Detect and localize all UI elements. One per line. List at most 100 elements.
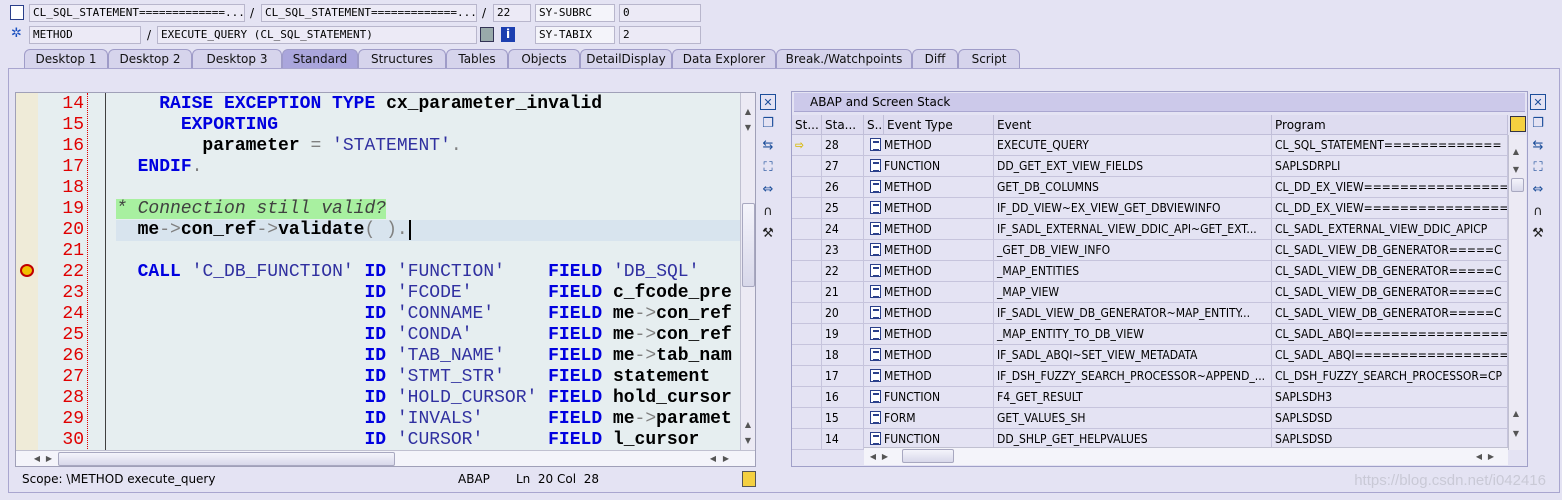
- scroll-thumb[interactable]: [902, 449, 954, 463]
- info-icon[interactable]: i: [501, 27, 515, 42]
- event-field[interactable]: EXECUTE_QUERY (CL_SQL_STATEMENT): [157, 26, 477, 44]
- code-line[interactable]: ENDIF.: [116, 157, 740, 178]
- sysvar2-name[interactable]: SY-TABIX: [535, 26, 615, 44]
- code-line[interactable]: EXPORTING: [116, 115, 740, 136]
- code-line[interactable]: [116, 241, 740, 262]
- code-line[interactable]: ID 'FCODE' FIELD c_fcode_pre: [116, 283, 740, 304]
- code-line[interactable]: me->con_ref->validate( ).: [116, 220, 740, 241]
- code-line[interactable]: * Connection still valid?: [116, 199, 740, 220]
- breakpoint-icon[interactable]: [20, 264, 34, 277]
- scroll-left-button[interactable]: ◀: [706, 454, 720, 463]
- code-line[interactable]: [116, 178, 740, 199]
- tab-desktop-3[interactable]: Desktop 3: [192, 49, 282, 68]
- tools-icon[interactable]: ⚒: [760, 226, 776, 242]
- column-header[interactable]: S..: [864, 115, 884, 135]
- source-code-icon[interactable]: [870, 411, 881, 424]
- swap-icon[interactable]: ⇆: [1530, 138, 1546, 154]
- tab-structures[interactable]: Structures: [358, 49, 446, 68]
- source-code-icon[interactable]: [870, 222, 881, 235]
- column-header[interactable]: Event Type: [884, 115, 994, 135]
- scroll-down-button[interactable]: ▼: [741, 123, 755, 132]
- code-line[interactable]: ID 'CONNAME' FIELD me->con_ref: [116, 304, 740, 325]
- include-field[interactable]: CL_SQL_STATEMENT=============...: [261, 4, 477, 22]
- scroll-up-button[interactable]: ▲: [1509, 147, 1523, 156]
- column-header[interactable]: Event: [994, 115, 1272, 135]
- tab-diff[interactable]: Diff: [912, 49, 958, 68]
- headset-icon[interactable]: ∩: [760, 204, 776, 220]
- scroll-up-button[interactable]: ▲: [1509, 409, 1523, 418]
- program-field[interactable]: CL_SQL_STATEMENT=============...: [29, 4, 245, 22]
- event-type-field[interactable]: METHOD: [29, 26, 141, 44]
- line-field[interactable]: 22: [493, 4, 531, 22]
- maximize-icon[interactable]: ⛶: [1530, 160, 1546, 176]
- source-code-icon[interactable]: [870, 264, 881, 277]
- tab-detaildisplay[interactable]: DetailDisplay: [580, 49, 672, 68]
- scroll-down-button[interactable]: ▼: [741, 436, 755, 445]
- scroll-thumb[interactable]: [58, 452, 395, 466]
- code-line[interactable]: ID 'INVALS' FIELD me->paramet: [116, 409, 740, 430]
- tab-desktop-2[interactable]: Desktop 2: [108, 49, 192, 68]
- source-code-icon[interactable]: [870, 327, 881, 340]
- code-line[interactable]: RAISE EXCEPTION TYPE cx_parameter_invali…: [116, 94, 740, 115]
- close-icon[interactable]: ✕: [760, 94, 776, 110]
- source-code-icon[interactable]: [870, 159, 881, 172]
- column-layout-icon[interactable]: [1510, 116, 1526, 132]
- code-line[interactable]: ID 'CONDA' FIELD me->con_ref: [116, 325, 740, 346]
- sysvar1-value[interactable]: 0: [619, 4, 701, 22]
- scroll-right-button[interactable]: ▶: [1484, 452, 1498, 461]
- stack-vertical-scrollbar[interactable]: ▲ ▼ ▲ ▼: [1508, 135, 1526, 450]
- scroll-thumb[interactable]: [1511, 178, 1524, 192]
- source-editor[interactable]: 14 RAISE EXCEPTION TYPE cx_parameter_inv…: [15, 92, 756, 467]
- scroll-down-button[interactable]: ▼: [1509, 429, 1523, 438]
- notes-icon[interactable]: [742, 471, 756, 487]
- navigate-source-icon[interactable]: [480, 27, 494, 42]
- source-code-icon[interactable]: [870, 180, 881, 193]
- scroll-right-button[interactable]: ▶: [878, 452, 892, 461]
- editor-vertical-scrollbar[interactable]: ▲ ▼ ▲ ▼: [740, 93, 755, 451]
- source-code-icon[interactable]: [870, 348, 881, 361]
- scroll-up-button[interactable]: ▲: [741, 107, 755, 116]
- new-window-icon[interactable]: ❐: [760, 116, 776, 132]
- editor-horizontal-scrollbar[interactable]: ◀ ▶ ◀ ▶: [16, 450, 755, 466]
- sysvar2-value[interactable]: 2: [619, 26, 701, 44]
- source-code-icon[interactable]: [870, 306, 881, 319]
- tab-desktop-1[interactable]: Desktop 1: [24, 49, 108, 68]
- scroll-right-button[interactable]: ▶: [42, 454, 56, 463]
- source-code-icon[interactable]: [870, 201, 881, 214]
- column-header[interactable]: Sta...: [822, 115, 864, 135]
- resize-icon[interactable]: ⇔: [760, 182, 776, 198]
- code-line[interactable]: CALL 'C_DB_FUNCTION' ID 'FUNCTION' FIELD…: [116, 262, 740, 283]
- column-header[interactable]: Program: [1272, 115, 1508, 135]
- source-code-icon[interactable]: [870, 243, 881, 256]
- tab-data-explorer[interactable]: Data Explorer: [672, 49, 776, 68]
- swap-icon[interactable]: ⇆: [760, 138, 776, 154]
- scroll-right-button[interactable]: ▶: [719, 454, 733, 463]
- headset-icon[interactable]: ∩: [1530, 204, 1546, 220]
- close-icon[interactable]: ✕: [1530, 94, 1546, 110]
- tab-objects[interactable]: Objects: [508, 49, 580, 68]
- scroll-thumb[interactable]: [742, 203, 755, 287]
- source-code-icon[interactable]: [870, 138, 881, 151]
- resize-icon[interactable]: ⇔: [1530, 182, 1546, 198]
- tab-script[interactable]: Script: [958, 49, 1020, 68]
- code-line[interactable]: parameter = 'STATEMENT'.: [116, 136, 740, 157]
- code-line[interactable]: ID 'HOLD_CURSOR' FIELD hold_cursor: [116, 388, 740, 409]
- source-code-icon[interactable]: [870, 432, 881, 445]
- tab-standard[interactable]: Standard: [282, 49, 358, 68]
- maximize-icon[interactable]: ⛶: [760, 160, 776, 176]
- tab-break-watchpoints[interactable]: Break./Watchpoints: [776, 49, 912, 68]
- sysvar1-name[interactable]: SY-SUBRC: [535, 4, 615, 22]
- scroll-up-button[interactable]: ▲: [741, 420, 755, 429]
- code-line[interactable]: ID 'CURSOR' FIELD l_cursor: [116, 430, 740, 451]
- column-header[interactable]: St...: [792, 115, 822, 135]
- source-code-icon[interactable]: [870, 390, 881, 403]
- new-window-icon[interactable]: ❐: [1530, 116, 1546, 132]
- tools-icon[interactable]: ⚒: [1530, 226, 1546, 242]
- scroll-down-button[interactable]: ▼: [1509, 165, 1523, 174]
- stack-horizontal-scrollbar[interactable]: ◀ ▶ ◀ ▶: [864, 447, 1508, 465]
- source-code-icon[interactable]: [870, 285, 881, 298]
- code-line[interactable]: ID 'TAB_NAME' FIELD me->tab_nam: [116, 346, 740, 367]
- code-line[interactable]: ID 'STMT_STR' FIELD statement: [116, 367, 740, 388]
- tab-tables[interactable]: Tables: [446, 49, 508, 68]
- source-code-icon[interactable]: [870, 369, 881, 382]
